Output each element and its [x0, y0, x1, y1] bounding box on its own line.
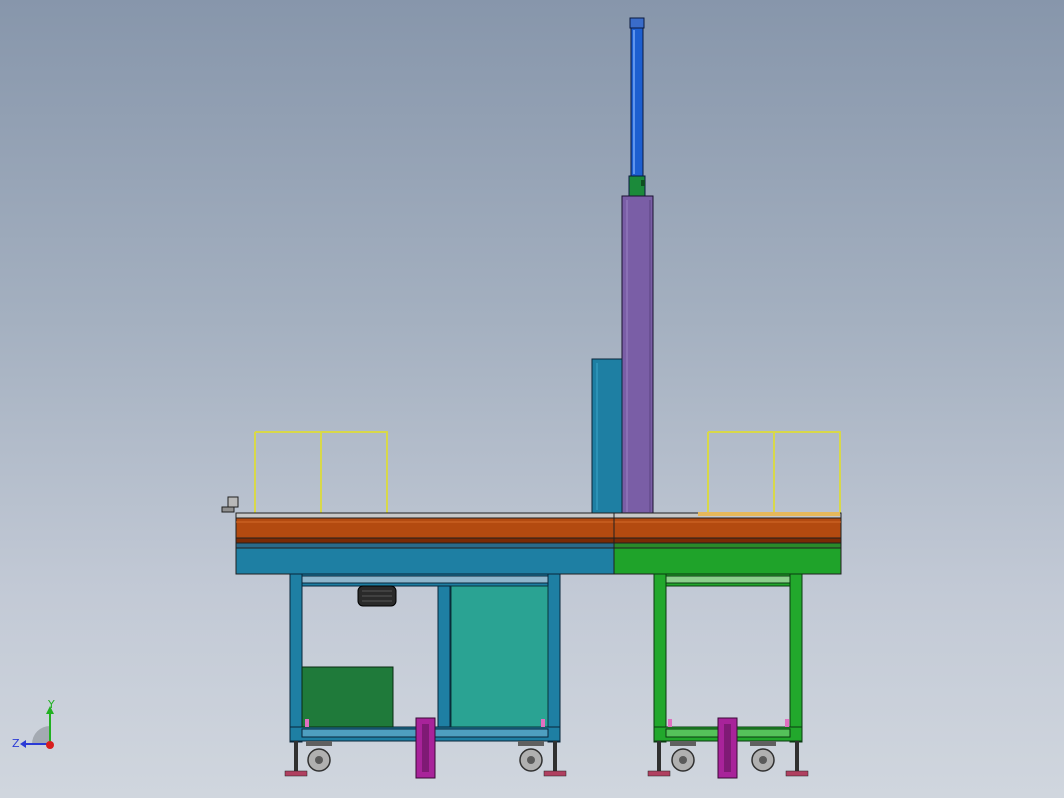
- left-beam: [235, 542, 615, 575]
- vertical-mast: [621, 195, 654, 515]
- right-railing: [707, 431, 841, 513]
- caster-left-2: [518, 741, 544, 772]
- left-railing: [254, 431, 388, 513]
- machine-model-drawing: Y Z: [12, 17, 842, 779]
- orientation-triad[interactable]: Y Z: [12, 698, 55, 750]
- control-cabinet: [591, 358, 623, 515]
- electrical-box: [301, 666, 394, 728]
- end-bracket: [221, 496, 239, 513]
- triad-quarter-disc: [32, 726, 50, 744]
- z-axis-arrow: [20, 740, 26, 748]
- drive-motor: [357, 585, 397, 607]
- caster-right-2: [750, 741, 776, 772]
- y-axis-label: Y: [47, 698, 55, 711]
- x-axis-dot: [46, 741, 54, 749]
- right-center-foot: [717, 717, 738, 779]
- z-axis-label: Z: [12, 737, 20, 750]
- caster-wheels: [306, 741, 776, 772]
- left-center-foot: [415, 717, 436, 779]
- hydraulic-cylinder: [628, 17, 646, 197]
- caster-right-1: [670, 741, 696, 772]
- teal-panel: [450, 585, 549, 728]
- right-beam: [613, 542, 842, 575]
- cad-viewport[interactable]: Y Z: [0, 0, 1064, 798]
- caster-left-1: [306, 741, 332, 772]
- right-frame: [653, 573, 803, 743]
